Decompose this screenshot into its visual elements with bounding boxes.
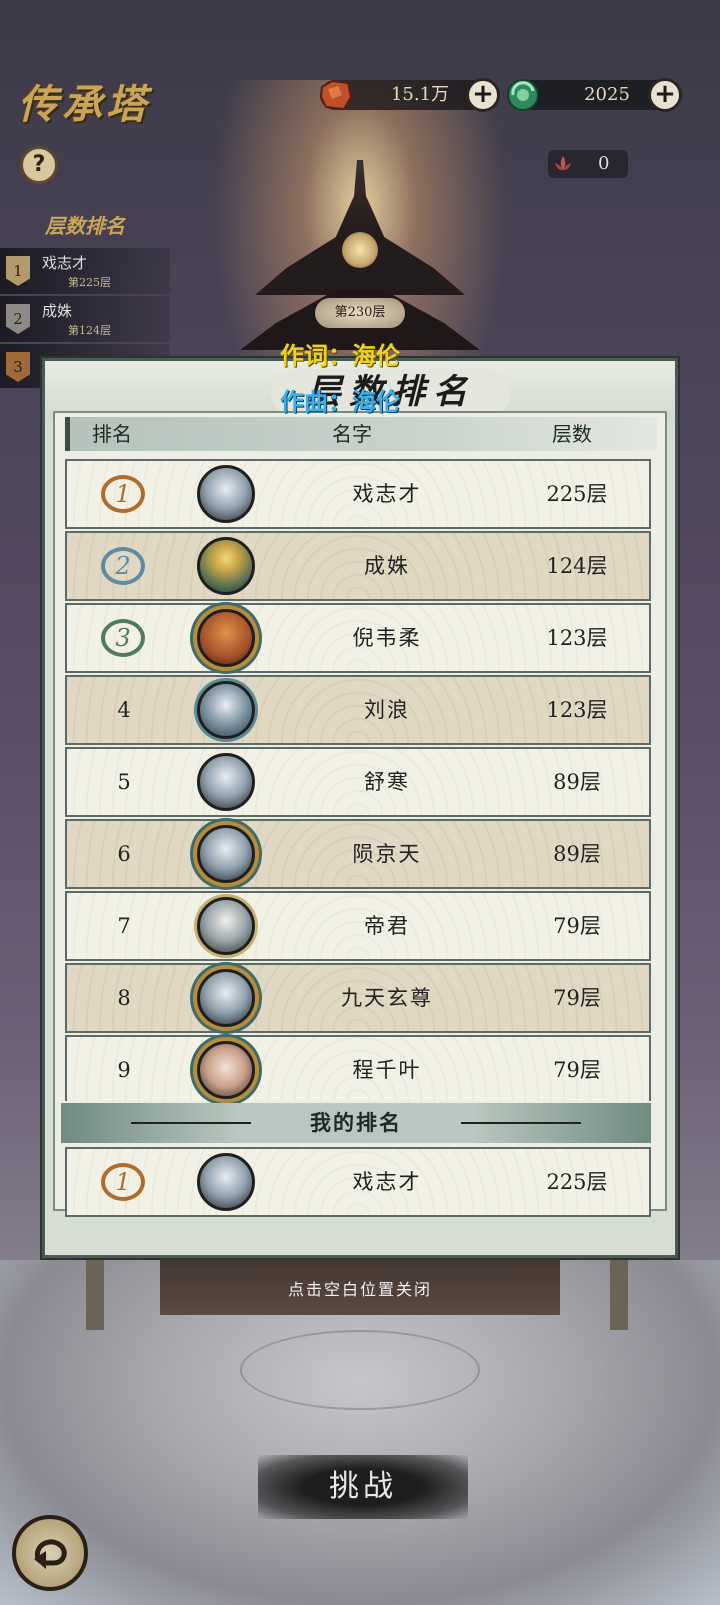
player-name: 成姝 [364,554,410,578]
my-rank-label: 我的排名 [310,1110,402,1135]
rank-number: 6 [117,842,131,866]
lotus-counter: 0 [548,150,628,178]
back-button[interactable] [12,1515,88,1591]
player-name: 戏志才 [352,1170,422,1194]
avatar[interactable] [197,825,255,883]
table-row[interactable]: 2 成姝 124层 [65,531,651,601]
avatar[interactable] [197,609,255,667]
table-row[interactable]: 4 刘浪 123层 [65,675,651,745]
col-name: 名字 [332,422,372,446]
ground-ring [240,1330,480,1410]
avatar[interactable] [197,465,255,523]
ranking-table[interactable]: 排名 名字 层数 1 戏志才 225层 2 成姝 124层 3 倪韦柔 123层… [53,411,667,1217]
player-name: 倪韦柔 [352,626,422,650]
tower-disc [342,232,378,268]
player-floor: 123层 [546,698,608,722]
avatar[interactable] [197,969,255,1027]
table-header: 排名 名字 层数 [65,417,657,451]
rank-number: 7 [117,914,131,938]
lotus-count: 0 [598,153,610,174]
avatar[interactable] [197,897,255,955]
sidebar-rank-badge: 2 [6,304,30,334]
jade-icon [507,79,539,111]
lyrics-line-2: 作曲：海伦 [280,388,400,416]
close-hint[interactable]: 点击空白位置关闭 [0,1276,720,1300]
page-title: 传承塔 [18,81,150,128]
rank-number: 5 [117,770,131,794]
rank-number: 8 [117,986,131,1010]
avatar[interactable] [197,681,255,739]
col-rank: 排名 [92,422,132,446]
player-floor: 79层 [553,986,601,1010]
sidebar-title: 层数排名 [45,214,125,238]
sidebar-rank-badge: 3 [6,352,30,382]
add-resource-1-button[interactable]: + [466,78,500,112]
table-row[interactable]: 8 九天玄尊 79层 [65,963,651,1033]
sidebar-item-name: 戏志才 [42,254,88,272]
resource-value-1: 15.1万 [390,84,450,105]
avatar[interactable] [197,1153,255,1211]
my-rank-row[interactable]: 1 戏志才 225层 [65,1147,651,1217]
sidebar-item-2[interactable]: 2 成姝 第124层 [0,296,170,342]
divider-right [461,1122,581,1124]
player-floor: 89层 [553,770,601,794]
table-row[interactable]: 1 戏志才 225层 [65,459,651,529]
rank-number: 9 [117,1058,131,1082]
tower-floor-label: 第230层 [315,298,405,328]
table-row[interactable]: 5 舒寒 89层 [65,747,651,817]
player-floor: 123层 [546,626,608,650]
table-row[interactable]: 7 帝君 79层 [65,891,651,961]
player-name: 九天玄尊 [341,986,433,1010]
ranking-dialog: 层数 排名 排名 名字 层数 1 戏志才 225层 2 成姝 124层 3 倪韦柔… [42,358,678,1258]
table-row[interactable]: 6 陨京天 89层 [65,819,651,889]
sidebar-item-name: 成姝 [42,302,73,320]
rank-medal-gold: 1 [101,475,145,513]
avatar[interactable] [197,1041,255,1099]
sidebar-item-floor: 第124层 [68,324,111,337]
lyrics-line-1: 作词：海伦 [280,342,400,370]
back-arrow-icon [34,1539,67,1569]
avatar[interactable] [197,537,255,595]
sidebar-item-floor: 第225层 [68,276,111,289]
player-floor: 225层 [546,482,608,506]
player-name: 戏志才 [352,482,422,506]
table-row[interactable]: 3 倪韦柔 123层 [65,603,651,673]
rank-number: 4 [117,698,131,722]
help-button[interactable]: ? [20,146,58,184]
rank-medal-silver: 2 [101,547,145,585]
rank-medal-bronze: 3 [101,619,145,657]
table-row[interactable]: 9 程千叶 79层 [65,1035,651,1101]
player-floor: 89层 [553,842,601,866]
sidebar-rank-badge: 1 [6,256,30,286]
my-rank-header: 我的排名 [61,1103,651,1143]
player-name: 舒寒 [364,770,410,794]
player-floor: 124层 [546,554,608,578]
ore-icon [319,79,353,111]
player-floor: 225层 [546,1170,608,1194]
player-name: 帝君 [364,914,410,938]
resource-value-2: 2025 [584,84,630,105]
player-name: 刘浪 [364,698,410,722]
player-name: 程千叶 [352,1058,422,1082]
col-floor: 层数 [552,422,592,446]
divider-left [131,1122,251,1124]
add-resource-2-button[interactable]: + [648,78,682,112]
avatar[interactable] [197,753,255,811]
player-floor: 79层 [553,914,601,938]
sidebar-item-1[interactable]: 1 戏志才 第225层 [0,248,170,294]
player-floor: 79层 [553,1058,601,1082]
player-name: 陨京天 [352,842,422,866]
challenge-button[interactable]: 挑战 [258,1455,468,1519]
rank-medal-gold: 1 [101,1163,145,1201]
lotus-icon [555,156,571,171]
